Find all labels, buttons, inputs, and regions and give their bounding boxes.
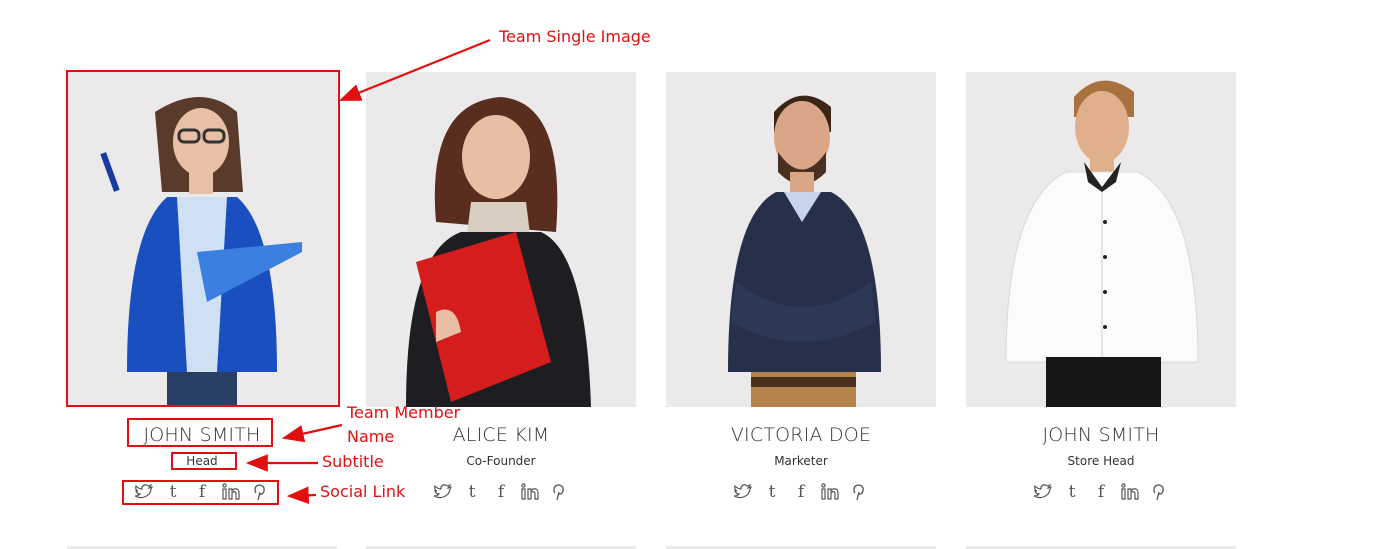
facebook-icon[interactable]: f [492,483,510,501]
linkedin-icon[interactable] [1121,483,1139,501]
twitter-icon[interactable] [1034,483,1052,501]
annotation-box-subtitle [171,452,237,470]
annotation-box-name [127,418,273,447]
facebook-icon[interactable]: f [1092,483,1110,501]
annotation-label-subtitle: Subtitle [322,452,384,471]
annotation-label-social: Social Link [320,482,406,501]
social-links: t f [366,483,636,501]
team-card-2: ALICE KIM Co-Founder t f [366,72,636,501]
social-links: t f [666,483,936,501]
annotation-label-name-line2: Name [347,427,395,446]
twitter-icon[interactable] [734,483,752,501]
team-member-subtitle: Marketer [774,454,828,468]
team-member-name: ALICE KIM [452,424,550,446]
team-member-photo[interactable] [366,72,636,407]
annotation-label-image: Team Single Image [499,27,651,46]
social-links: t f [966,483,1236,501]
team-card-4: JOHN SMITH Store Head t f [966,72,1236,501]
twitter-icon[interactable] [434,483,452,501]
facebook-icon[interactable]: f [792,483,810,501]
team-card-3: VICTORIA DOE Marketer t f [666,72,936,501]
team-member-name: JOHN SMITH [1042,424,1160,446]
tumblr-icon[interactable]: t [1063,483,1081,501]
team-member-photo[interactable] [666,72,936,407]
tumblr-icon[interactable]: t [463,483,481,501]
pinterest-icon[interactable] [550,483,568,501]
team-member-name: VICTORIA DOE [730,424,872,446]
tumblr-icon[interactable]: t [763,483,781,501]
linkedin-icon[interactable] [521,483,539,501]
annotation-box-image [66,70,340,407]
team-member-subtitle: Store Head [1067,454,1135,468]
annotation-label-name-line1: Team Member [347,403,461,422]
annotation-box-social [122,480,279,505]
pinterest-icon[interactable] [1150,483,1168,501]
team-section: JOHN SMITH Head t f ALICE KIM Co-Founder [0,0,1382,549]
team-member-photo[interactable] [966,72,1236,407]
team-member-subtitle: Co-Founder [466,454,536,468]
linkedin-icon[interactable] [821,483,839,501]
pinterest-icon[interactable] [850,483,868,501]
